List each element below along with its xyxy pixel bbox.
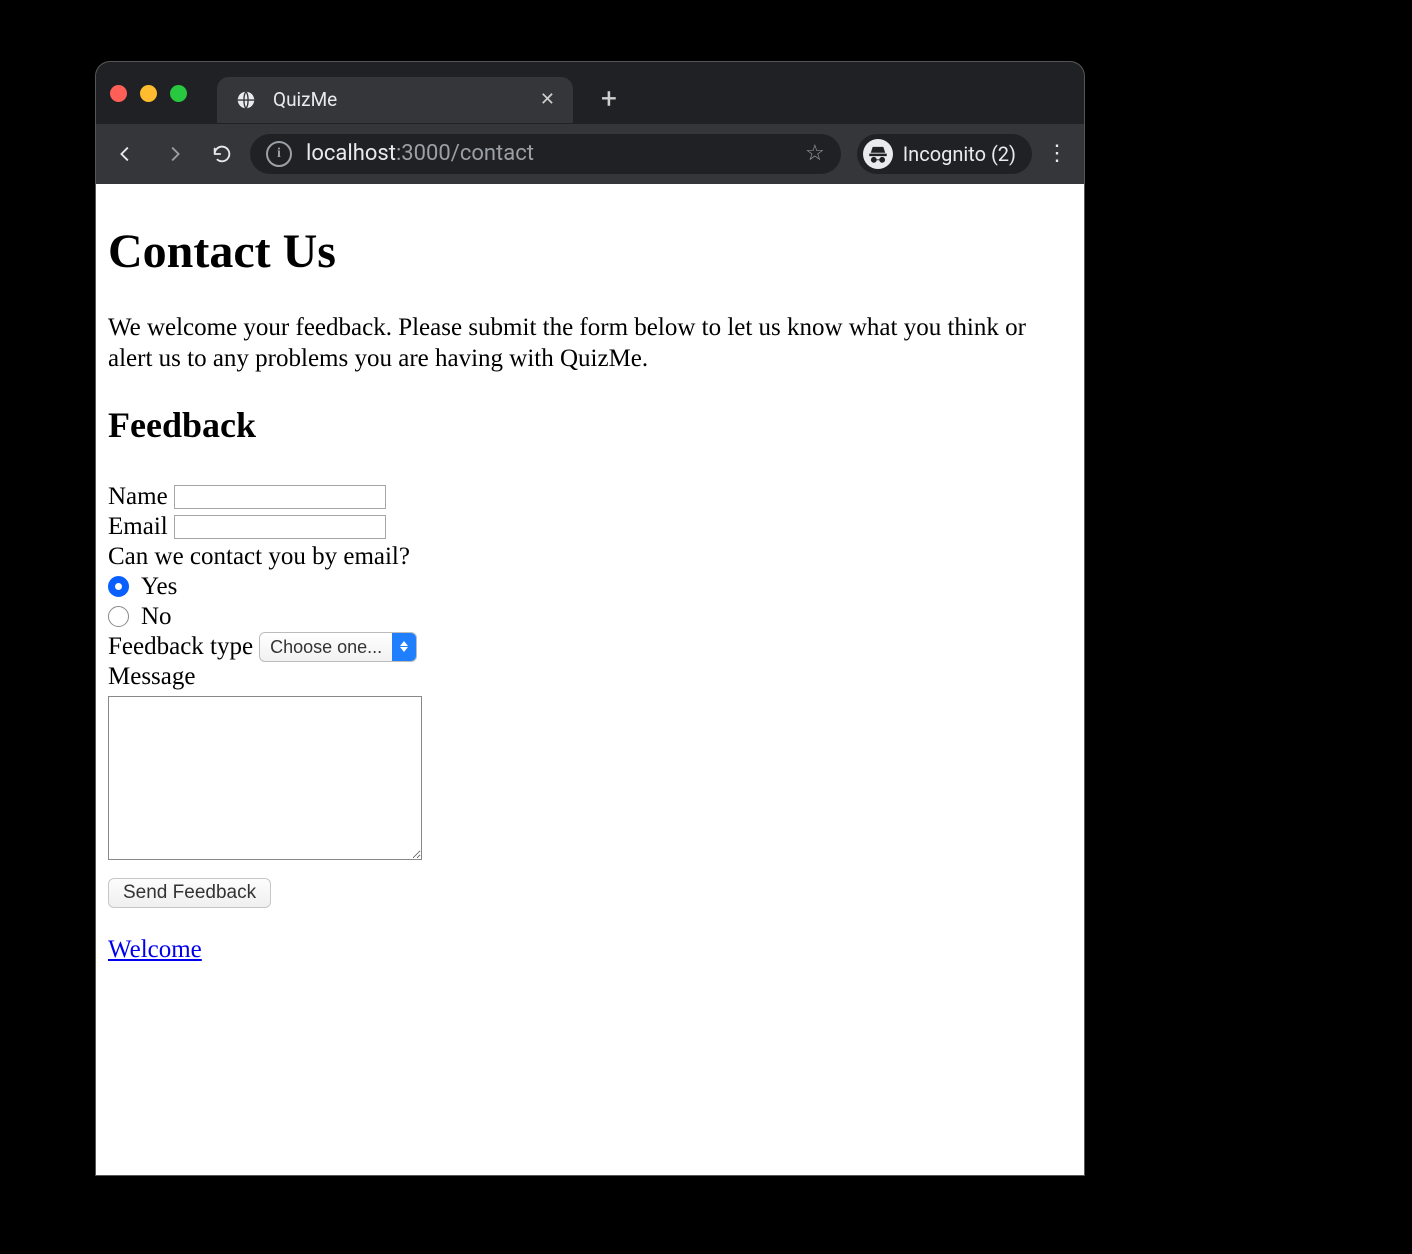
url-text: localhost:3000/contact xyxy=(306,140,534,168)
feedback-form: Name Email Can we contact you by email? … xyxy=(108,482,1072,908)
contact-question: Can we contact you by email? xyxy=(108,542,410,572)
site-info-icon[interactable]: i xyxy=(266,141,292,167)
reload-button[interactable] xyxy=(202,134,242,174)
incognito-icon xyxy=(863,139,893,169)
radio-no-row: No xyxy=(108,602,172,632)
message-label: Message xyxy=(108,662,195,692)
email-row: Email xyxy=(108,512,386,542)
select-arrows-icon xyxy=(392,633,416,661)
tab-title: QuizMe xyxy=(273,88,524,112)
name-input[interactable] xyxy=(174,485,386,509)
message-textarea[interactable] xyxy=(108,696,422,860)
feedback-type-label: Feedback type xyxy=(108,632,253,662)
url-host: localhost xyxy=(306,141,396,166)
browser-chrome: QuizMe ✕ + i localhost:3000/contact ☆ xyxy=(96,62,1084,184)
globe-icon xyxy=(235,89,257,111)
forward-button[interactable] xyxy=(154,134,194,174)
new-tab-button[interactable]: + xyxy=(593,82,625,114)
intro-text: We welcome your feedback. Please submit … xyxy=(108,312,1068,375)
tab-strip: QuizMe ✕ + xyxy=(96,62,1084,124)
url-path: :3000/contact xyxy=(396,141,534,166)
name-row: Name xyxy=(108,482,386,512)
send-feedback-button[interactable]: Send Feedback xyxy=(108,878,271,908)
radio-yes-row: Yes xyxy=(108,572,177,602)
browser-toolbar: i localhost:3000/contact ☆ Incognito (2)… xyxy=(96,124,1084,184)
window-minimize-button[interactable] xyxy=(140,85,157,102)
email-label: Email xyxy=(108,512,168,542)
email-input[interactable] xyxy=(174,515,386,539)
feedback-type-select[interactable]: Choose one... xyxy=(259,632,417,662)
incognito-label: Incognito (2) xyxy=(903,142,1016,167)
bookmark-star-icon[interactable]: ☆ xyxy=(805,140,825,168)
page-content: Contact Us We welcome your feedback. Ple… xyxy=(96,184,1084,1175)
welcome-link[interactable]: Welcome xyxy=(108,934,202,965)
incognito-indicator[interactable]: Incognito (2) xyxy=(857,134,1032,174)
radio-no[interactable] xyxy=(108,606,129,627)
radio-yes-label: Yes xyxy=(141,572,177,602)
back-button[interactable] xyxy=(106,134,146,174)
browser-menu-button[interactable]: ⋮ xyxy=(1040,140,1074,168)
browser-tab[interactable]: QuizMe ✕ xyxy=(217,77,573,123)
section-heading: Feedback xyxy=(108,403,1072,448)
address-bar[interactable]: i localhost:3000/contact ☆ xyxy=(250,134,841,174)
select-value: Choose one... xyxy=(260,633,392,661)
name-label: Name xyxy=(108,482,168,512)
window-controls xyxy=(110,85,187,102)
feedback-type-row: Feedback type Choose one... xyxy=(108,632,417,662)
browser-window: QuizMe ✕ + i localhost:3000/contact ☆ xyxy=(96,62,1084,1175)
radio-no-label: No xyxy=(141,602,172,632)
window-close-button[interactable] xyxy=(110,85,127,102)
radio-yes[interactable] xyxy=(108,576,129,597)
window-zoom-button[interactable] xyxy=(170,85,187,102)
close-tab-icon[interactable]: ✕ xyxy=(540,89,555,112)
page-title: Contact Us xyxy=(108,222,1072,282)
